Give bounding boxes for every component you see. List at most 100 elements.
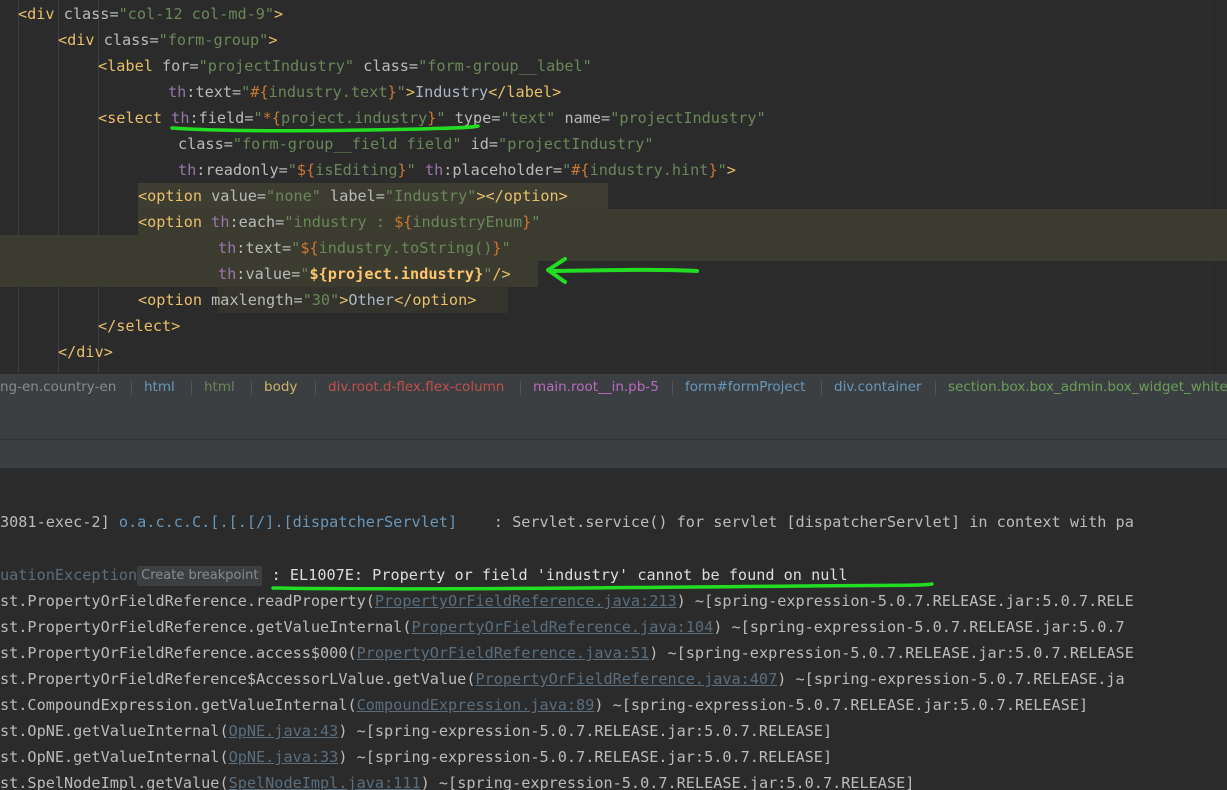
create-breakpoint-tooltip[interactable]: Create breakpoint	[137, 566, 263, 586]
code-token: >	[339, 291, 349, 309]
code-line: th:readonly="${isEditing}" th:placeholde…	[178, 157, 736, 183]
code-token: "Industry"	[384, 187, 477, 205]
exception-class[interactable]: uationException	[0, 566, 137, 584]
code-token: <div	[18, 5, 55, 23]
code-token: "text"	[500, 109, 556, 127]
breadcrumb-separator	[315, 381, 316, 395]
code-line: </select>	[98, 313, 180, 339]
code-token: th	[218, 239, 237, 257]
breadcrumb-item[interactable]: html	[204, 374, 235, 401]
code-token: >	[274, 5, 284, 23]
code-line: <label for="projectIndustry" class="form…	[98, 53, 592, 79]
breadcrumb-item[interactable]: ng-en.country-en	[0, 374, 116, 401]
code-token: }	[387, 83, 397, 101]
breadcrumb-item[interactable]: body	[264, 374, 297, 401]
breadcrumb-item[interactable]: div.container	[834, 374, 922, 401]
stack-trace-line: st.PropertyOrFieldReference.readProperty…	[0, 588, 1134, 614]
stack-method: st.OpNE.getValueInternal(	[0, 748, 229, 766]
source-link[interactable]: SpelNodeImpl.java:111	[229, 774, 421, 790]
code-token: :each=	[229, 213, 285, 231]
stack-method: st.CompoundExpression.getValueInternal(	[0, 696, 357, 714]
source-link[interactable]: PropertyOrFieldReference.java:407	[475, 670, 777, 688]
console-output[interactable]: 3081-exec-2] o.a.c.c.C.[.[.[/].[dispatch…	[0, 469, 1227, 790]
stack-jar-info: ) ~[spring-expression-5.0.7.RELEASE.jar:…	[338, 748, 833, 766]
code-token: value=	[202, 187, 267, 205]
code-token: "	[562, 161, 572, 179]
stack-trace-line: st.OpNE.getValueInternal(OpNE.java:43) ~…	[0, 718, 832, 744]
breadcrumb-item[interactable]: section.box.box_admin.box_widget_white.l	[948, 374, 1227, 401]
code-token: </option>	[394, 291, 477, 309]
code-token: "col-12 col-md-9"	[118, 5, 275, 23]
code-token: "projectIndustry"	[498, 135, 654, 153]
stack-method: st.OpNE.getValueInternal(	[0, 722, 229, 740]
code-token: class=	[94, 31, 159, 49]
code-token: th	[218, 265, 237, 283]
code-token: <label	[98, 57, 153, 75]
code-token: #{	[250, 83, 269, 101]
code-token: ${	[309, 265, 328, 283]
breadcrumb-item[interactable]: div.root.d-flex.flex-column	[328, 374, 504, 401]
breadcrumb-separator	[520, 381, 521, 395]
code-token: ${	[300, 239, 319, 257]
breadcrumb-item[interactable]: html	[144, 374, 175, 401]
code-line: <option value="none" label="Industry"></…	[138, 183, 568, 209]
code-token: th	[168, 83, 187, 101]
code-line: th:text="#{industry.text}">Industry</lab…	[168, 79, 561, 105]
code-token: "	[501, 239, 511, 257]
source-link[interactable]: PropertyOrFieldReference.java:213	[375, 592, 677, 610]
code-token: *{	[262, 109, 281, 127]
code-token: th	[178, 161, 197, 179]
source-link[interactable]: PropertyOrFieldReference.java:104	[411, 618, 713, 636]
run-toolbar	[0, 440, 1227, 469]
stack-method: st.PropertyOrFieldReference.getValueInte…	[0, 618, 412, 636]
code-token: isEditing	[315, 161, 398, 179]
code-token: :text=	[186, 83, 242, 101]
code-token: <option	[138, 187, 203, 205]
code-token: "	[291, 239, 301, 257]
code-token: "	[717, 161, 727, 179]
code-token: th	[211, 213, 230, 231]
code-token: "form-group__label"	[418, 57, 592, 75]
source-link[interactable]: PropertyOrFieldReference.java:51	[357, 644, 650, 662]
stack-jar-info: ) ~[spring-expression-5.0.7.RELEASE.jar:…	[420, 774, 915, 790]
stack-trace-line: st.PropertyOrFieldReference$AccessorLVal…	[0, 666, 1125, 692]
code-line: <div class="col-12 col-md-9">	[18, 1, 283, 27]
breadcrumb-separator	[935, 381, 936, 395]
stack-trace-line: st.CompoundExpression.getValueInternal(C…	[0, 692, 1088, 718]
breadcrumb: ng-en.country-en html html body div.root.d-f…	[0, 373, 1227, 402]
stack-jar-info: ) ~[spring-expression-5.0.7.RELEASE.jar:…	[649, 644, 1134, 662]
code-token: Industry	[414, 83, 489, 101]
code-token: >	[726, 161, 736, 179]
code-token: "form-group"	[158, 31, 269, 49]
code-editor[interactable]: <div class="col-12 col-md-9"> <div class=…	[0, 0, 1227, 373]
code-token: th	[171, 109, 190, 127]
code-line: <select th:field="*{project.industry}" t…	[98, 105, 766, 131]
stack-jar-info: ) ~[spring-expression-5.0.7.RELEASE.jar:…	[338, 722, 833, 740]
breadcrumb-item[interactable]: form#formProject	[685, 374, 805, 401]
code-token: >	[268, 31, 278, 49]
code-token: project.industry	[327, 265, 475, 283]
code-token: for=	[152, 57, 199, 75]
stack-trace-line: st.SpelNodeImpl.getValue(SpelNodeImpl.ja…	[0, 770, 914, 790]
code-token: "	[287, 161, 297, 179]
code-token: "	[531, 213, 541, 231]
code-token: <option	[138, 213, 203, 231]
code-token: "30"	[302, 291, 340, 309]
code-token: class=	[178, 135, 233, 153]
code-token: <select	[98, 109, 163, 127]
log-message: : Servlet.service() for servlet [dispatc…	[457, 513, 1134, 531]
source-link[interactable]: CompoundExpression.java:89	[357, 696, 595, 714]
code-line: th:value="${project.industry}"/>	[218, 261, 511, 287]
code-token: </div>	[58, 343, 113, 361]
breadcrumb-item[interactable]: main.root__in.pb-5	[533, 374, 659, 401]
exception-line: uationException Create breakpoint : EL100…	[0, 562, 848, 588]
code-token: "	[253, 109, 263, 127]
source-link[interactable]: OpNE.java:33	[229, 748, 339, 766]
code-line: <div class="form-group">	[58, 27, 277, 53]
source-link[interactable]: OpNE.java:43	[229, 722, 339, 740]
code-token: project.industry	[280, 109, 428, 127]
code-token: :placeholder=	[443, 161, 563, 179]
stack-trace-line: st.PropertyOrFieldReference.access$000(P…	[0, 640, 1134, 666]
code-token: }	[522, 213, 532, 231]
